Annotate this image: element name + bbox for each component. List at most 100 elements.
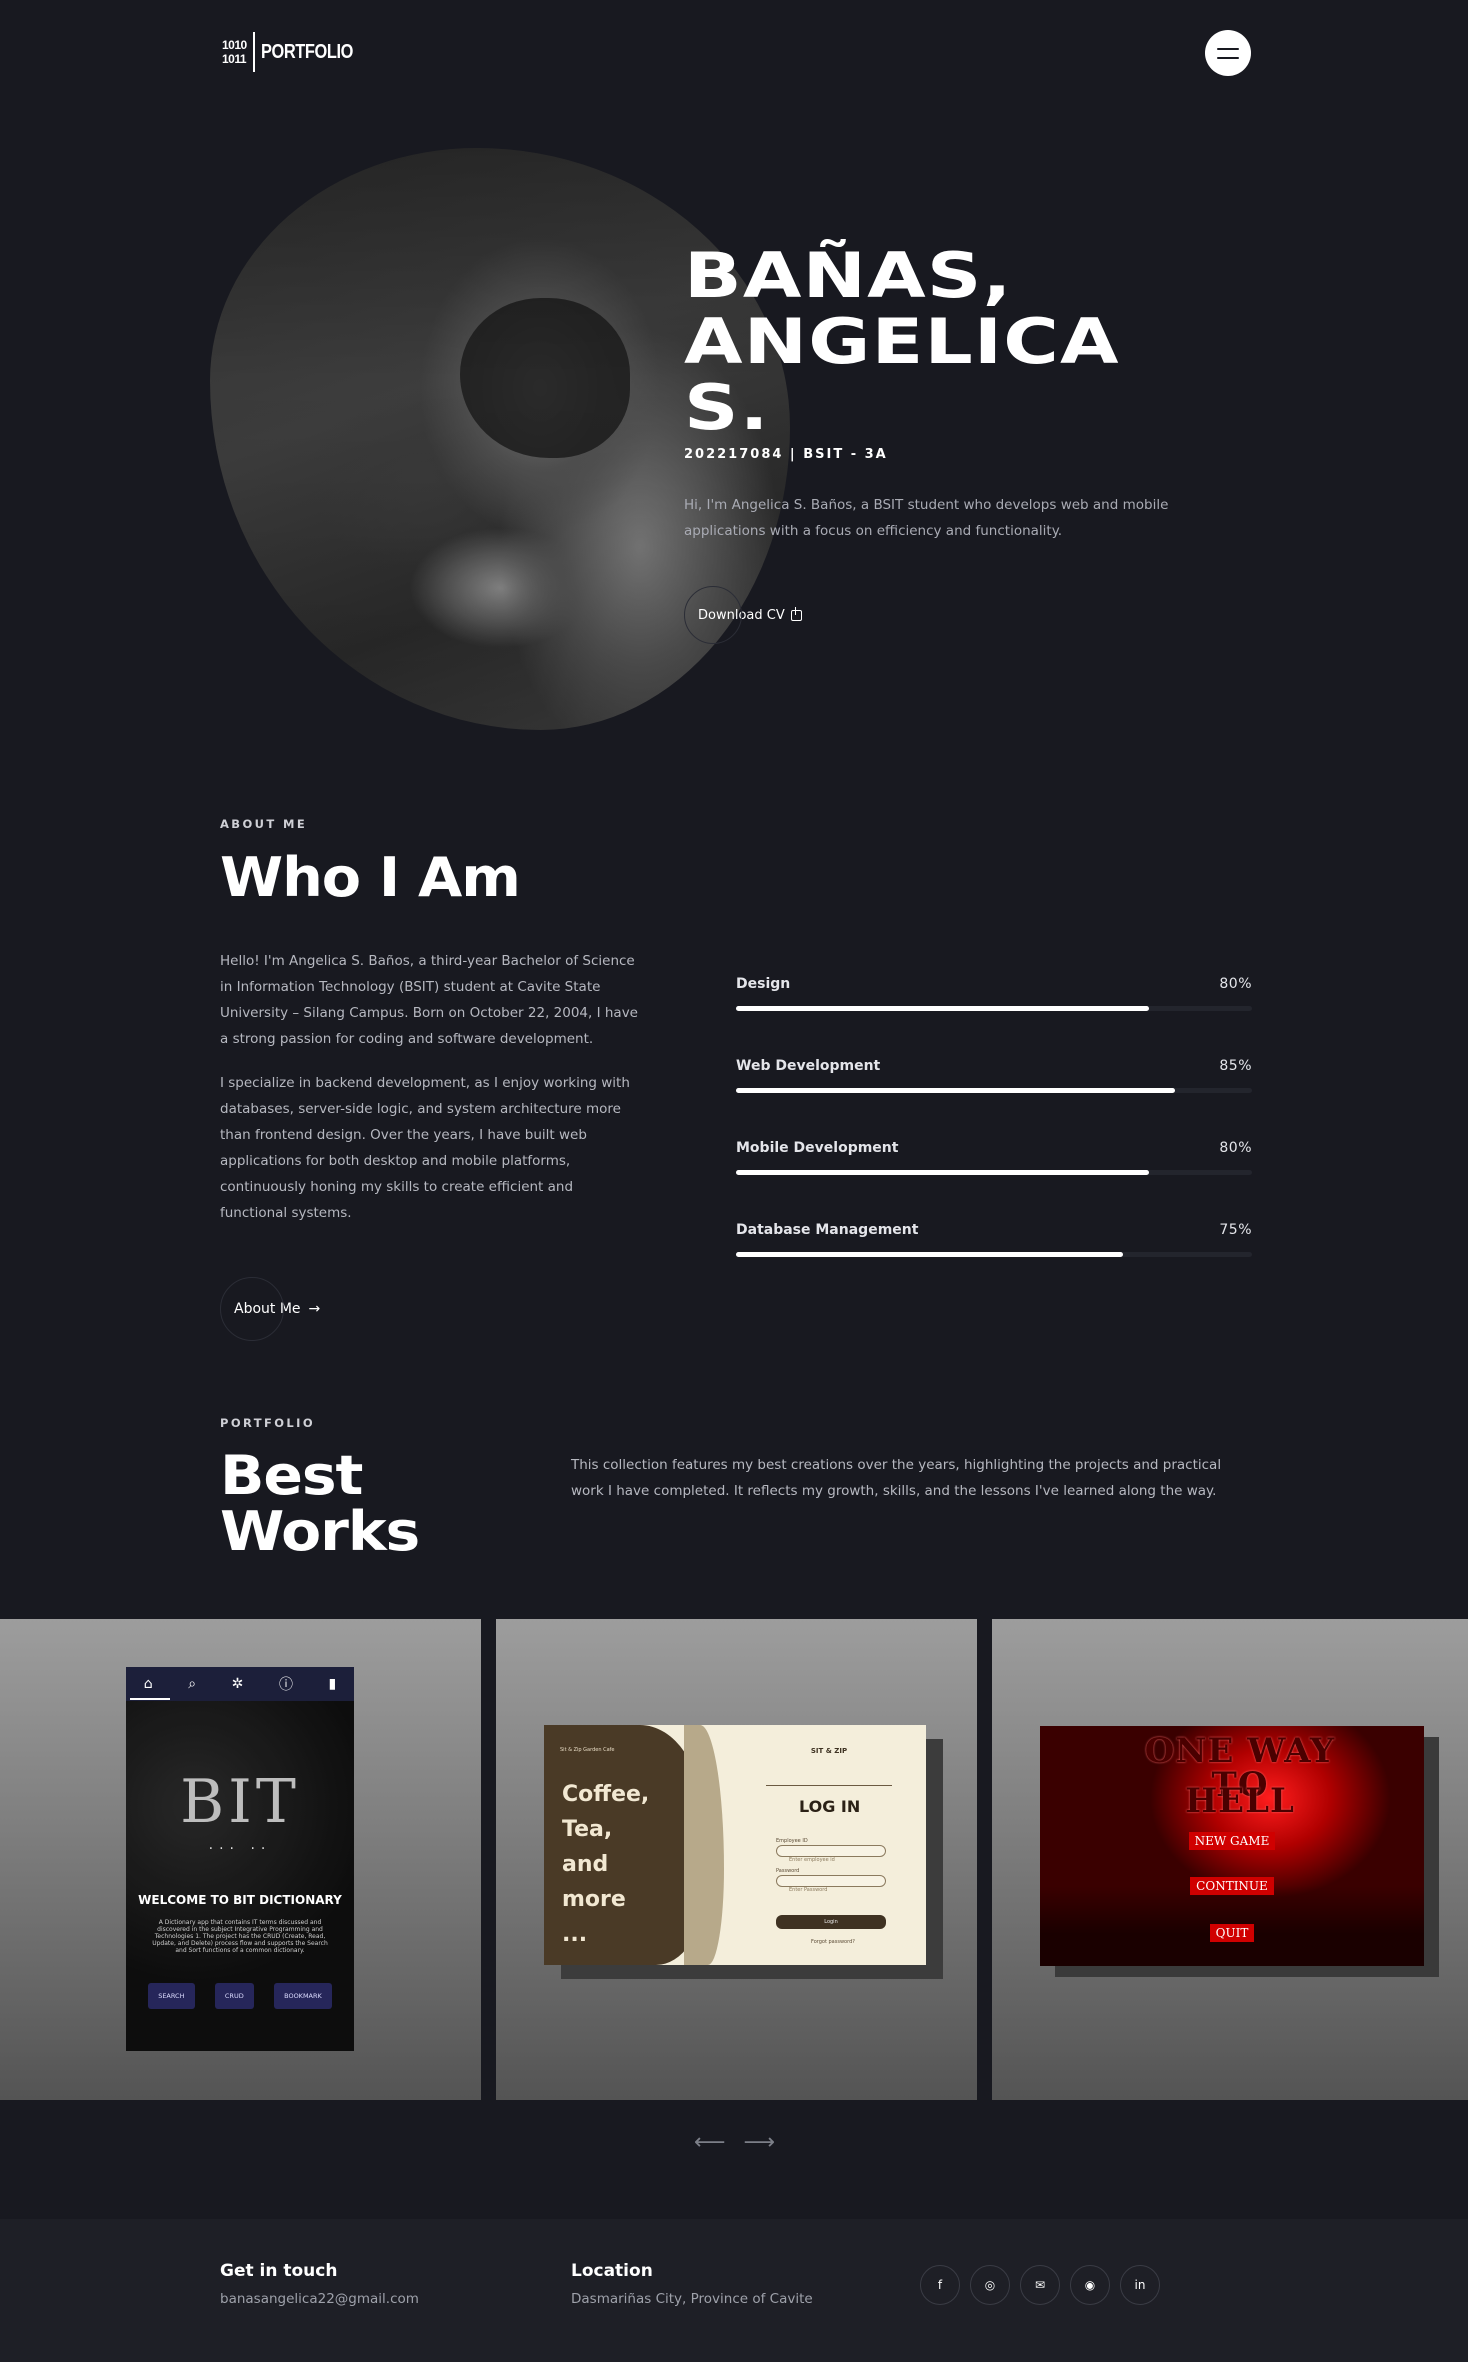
menu-button[interactable] [1205,30,1251,76]
forgot-link: Forgot password? [811,1939,855,1945]
logo-binary: 1010 1011 [222,38,247,66]
skill-fill [736,1006,1149,1011]
button-ring [220,1277,284,1341]
game-option-label: NEW GAME [1188,1832,1276,1850]
headline-line: Coffee, [562,1782,650,1807]
github-icon[interactable]: ◉ [1070,2265,1110,2305]
search-icon: ⌕ [188,1676,197,1692]
facebook-icon[interactable]: f [920,2265,960,2305]
project-card-bit-dictionary[interactable]: ⌂ ⌕ ✲ ⓘ ▮ BIT ... .. WELCOME TO BIT DICT… [0,1619,481,2100]
footer-location-text: Dasmariñas City, Province of Cavite [571,2291,813,2307]
logo-text: PORTFOLIO [260,40,353,63]
info-icon: ⓘ [278,1677,293,1693]
field-placeholder: Enter employee id [789,1857,835,1863]
hero-name: BAÑAS, ANGELICA S. [684,243,1245,441]
portfolio-carousel: ⌂ ⌕ ✲ ⓘ ▮ BIT ... .. WELCOME TO BIT DICT… [0,1619,1468,2100]
portfolio-title-line2: Works [220,1500,420,1563]
app-button: SEARCH [148,1983,195,2009]
footer: Get in touch banasangelica22@gmail.com L… [0,2219,1468,2362]
hero-name-line2: ANGELICA [684,305,1120,378]
project-card-one-way-to-hell[interactable]: ONE WAY TO HELL NEW GAME CONTINUE QUIT [992,1619,1468,2100]
footer-email[interactable]: banasangelica22@gmail.com [220,2291,419,2307]
app-blurb: A Dictionary app that contains IT terms … [152,1919,328,1954]
skill-item: Mobile Development 80% [736,1140,1252,1222]
portfolio-title-line1: Best [220,1444,363,1507]
project-screenshot: Sit & Zip Garden Cafe Coffee, Tea, and m… [544,1725,926,1965]
about-title: Who I Am [220,846,521,909]
gear-icon: ✲ [231,1676,244,1692]
instagram-icon[interactable]: ◎ [970,2265,1010,2305]
about-me-button[interactable]: About Me → [220,1277,320,1341]
skill-track [736,1006,1252,1011]
app-nav: ⌂ ⌕ ✲ ⓘ ▮ [126,1667,354,1701]
game-title-line: HELL [1185,1781,1295,1821]
bookmark-icon: ▮ [328,1676,337,1692]
skill-percent: 85% [1219,1058,1252,1074]
game-option-label: QUIT [1209,1924,1255,1942]
app-logo: BIT [180,1767,300,1837]
game-option: QUIT [1040,1924,1424,1942]
social-links: f ◎ ✉ ◉ in [920,2265,1160,2305]
portfolio-title: Best Works [220,1444,420,1563]
email-icon[interactable]: ✉ [1020,2265,1060,2305]
project-screenshot: ⌂ ⌕ ✲ ⓘ ▮ BIT ... .. WELCOME TO BIT DICT… [126,1667,354,2051]
linkedin-icon[interactable]: in [1120,2265,1160,2305]
hero-name-line3: S. [684,371,770,444]
game-option: NEW GAME [1040,1832,1424,1850]
hamburger-icon-line [1217,47,1239,50]
headline-line: and [562,1852,609,1877]
password-field: Enter Password [776,1875,886,1893]
app-button: CRUD [214,1983,254,2009]
headline-line: more [562,1887,626,1912]
hero-name-line1: BAÑAS, [684,239,1013,312]
skill-fill [736,1170,1149,1175]
skill-fill [736,1252,1123,1257]
home-icon: ⌂ [143,1676,153,1692]
game-option-label: CONTINUE [1190,1877,1274,1895]
app-logo-dots: ... .. [208,1837,272,1853]
game-title-line: ONE WAY [1144,1731,1336,1771]
skills-list: Design 80% Web Development 85% Mobile Deve… [736,976,1252,1304]
app-buttons: SEARCH CRUD BOOKMARK [126,1983,354,2009]
skill-percent: 80% [1219,1140,1252,1156]
skill-track [736,1170,1252,1175]
skill-item: Web Development 85% [736,1058,1252,1140]
skill-name: Web Development [736,1058,881,1074]
project-card-sit-zip[interactable]: Sit & Zip Garden Cafe Coffee, Tea, and m… [496,1619,977,2100]
portfolio-description: This collection features my best creatio… [571,1457,1222,1499]
arrow-left-icon[interactable]: ⟵ [694,2130,726,2155]
about-paragraph-2: I specialize in backend development, as … [220,1075,630,1221]
footer-location: Location Dasmariñas City, Province of Ca… [571,2261,813,2307]
project-screenshot: ONE WAY TO HELL NEW GAME CONTINUE QUIT [1040,1726,1424,1966]
site-logo[interactable]: 1010 1011 PORTFOLIO [222,30,373,74]
game-title: ONE WAY TO HELL [1130,1734,1350,1818]
login-title: LOG IN [799,1797,861,1816]
skill-percent: 75% [1219,1222,1252,1238]
skill-name: Database Management [736,1222,919,1238]
student-id: 202217084 | BSIT - 3A [684,447,888,462]
skill-item: Design 80% [736,976,1252,1058]
app-button: BOOKMARK [274,1983,332,2009]
game-option: CONTINUE [1040,1877,1424,1895]
field-label: Password [776,1868,800,1874]
footer-contact: Get in touch banasangelica22@gmail.com [220,2261,419,2307]
employee-field: Enter employee id [776,1845,886,1863]
cafe-brand: SIT & ZIP [810,1747,848,1755]
headline-line: ... [562,1922,588,1947]
skill-fill [736,1088,1175,1093]
skill-item: Database Management 75% [736,1222,1252,1304]
arrow-right-icon: → [308,1301,321,1317]
download-icon [790,606,802,621]
arrow-right-icon[interactable]: ⟶ [744,2130,776,2155]
login-button: Login [776,1915,886,1929]
skill-name: Design [736,976,791,992]
divider [766,1785,892,1786]
headline-line: Tea, [562,1817,613,1842]
portfolio-eyebrow: PORTFOLIO [220,1416,316,1430]
field-placeholder: Enter Password [789,1887,828,1893]
skill-track [736,1088,1252,1093]
logo-bits-bottom: 1011 [222,52,247,66]
download-cv-button[interactable]: Download CV [684,586,802,644]
skill-percent: 80% [1219,976,1252,992]
hero-description: Hi, I'm Angelica S. Baños, a BSIT studen… [684,497,1169,539]
